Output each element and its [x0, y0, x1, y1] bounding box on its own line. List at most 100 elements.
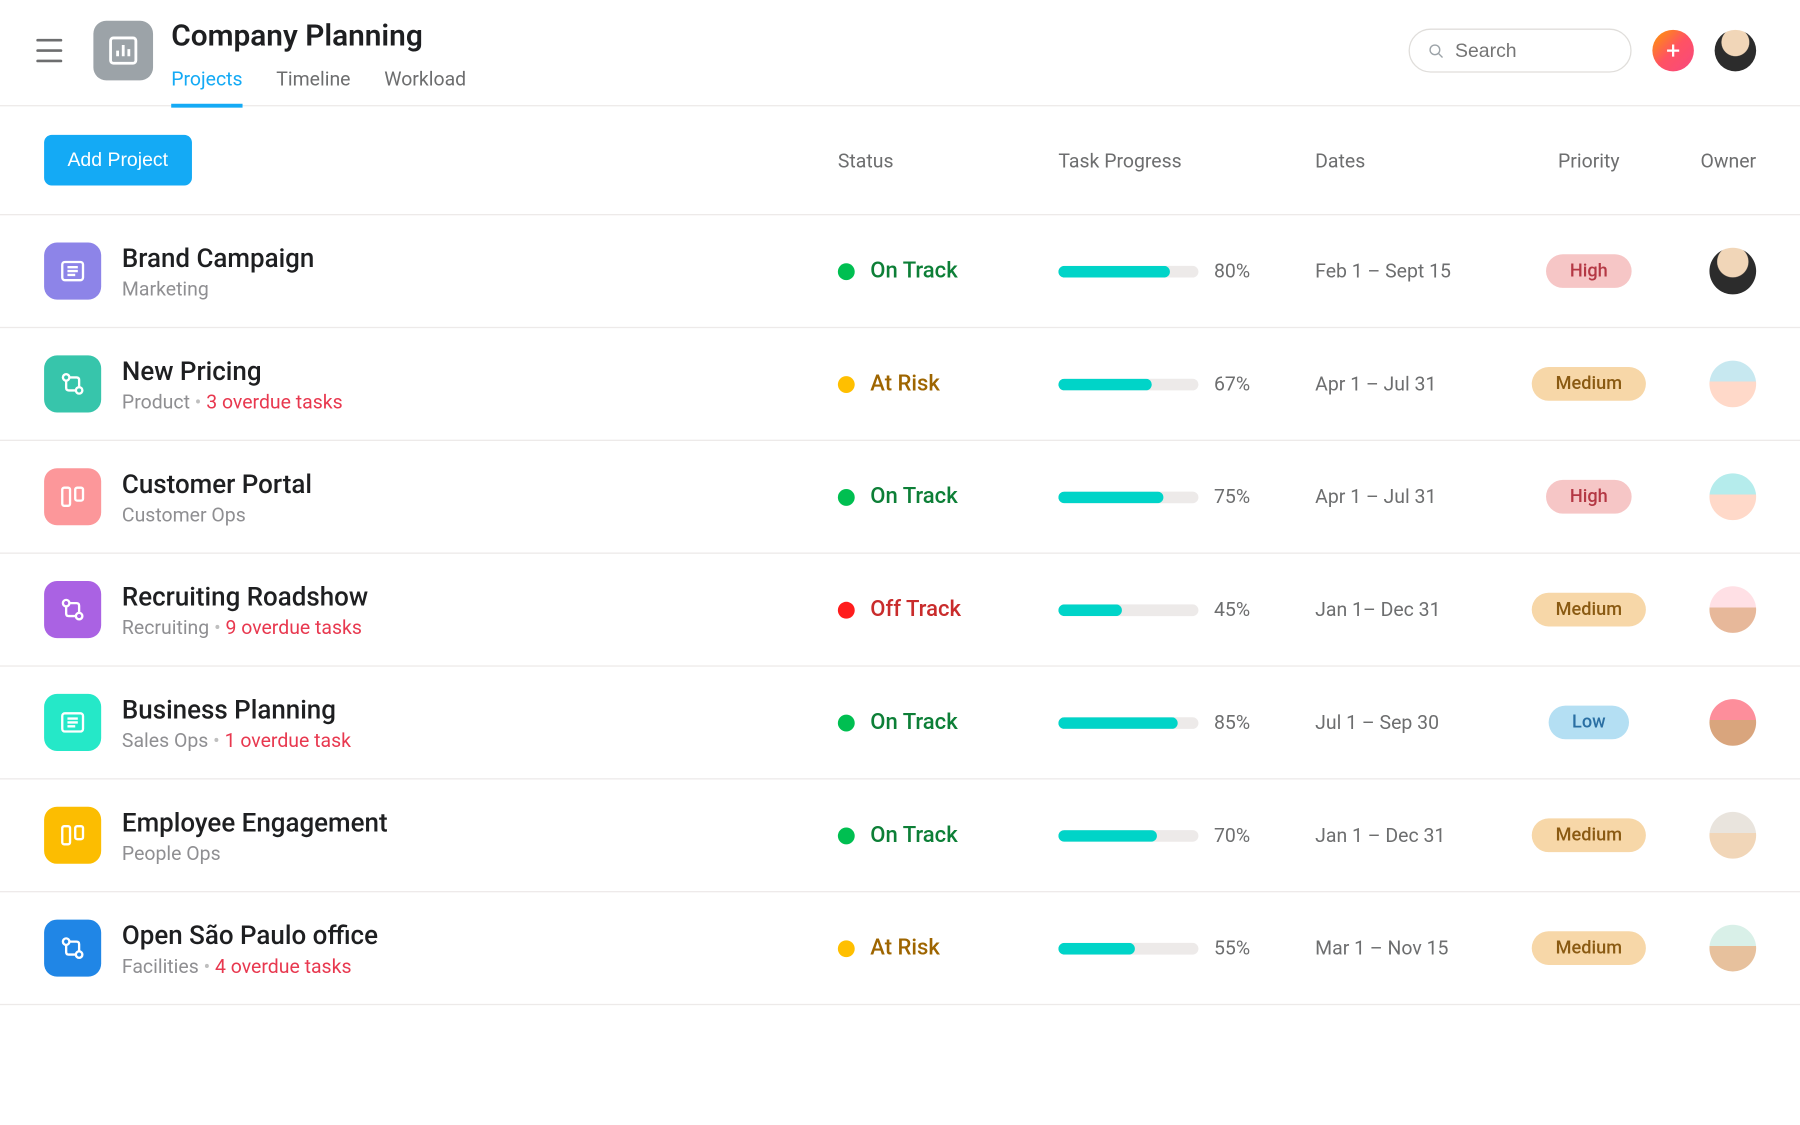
progress-bar	[1058, 604, 1198, 616]
project-row[interactable]: Open São Paulo office Facilities • 4 ove…	[0, 892, 1800, 1005]
status-cell[interactable]: On Track	[838, 822, 1058, 848]
owner-cell[interactable]	[1673, 473, 1756, 520]
status-label: On Track	[870, 258, 957, 284]
project-icon	[44, 243, 101, 300]
status-dot-icon	[838, 375, 855, 392]
project-subtitle: People Ops	[122, 842, 838, 865]
status-label: On Track	[870, 709, 957, 735]
project-icon	[44, 694, 101, 751]
status-cell[interactable]: At Risk	[838, 371, 1058, 397]
project-row[interactable]: Business Planning Sales Ops • 1 overdue …	[0, 667, 1800, 780]
priority-cell[interactable]: High	[1505, 480, 1674, 514]
user-avatar[interactable]	[1715, 30, 1757, 72]
dates-cell[interactable]: Jul 1 – Sep 30	[1315, 711, 1504, 734]
progress-cell: 55%	[1058, 936, 1315, 959]
status-cell[interactable]: On Track	[838, 258, 1058, 284]
priority-cell[interactable]: High	[1505, 254, 1674, 288]
project-icon	[44, 581, 101, 638]
priority-pill: Low	[1549, 706, 1629, 740]
project-icon	[44, 920, 101, 977]
owner-avatar	[1709, 925, 1756, 972]
project-team: Recruiting	[122, 616, 209, 639]
project-subtitle: Recruiting • 9 overdue tasks	[122, 616, 838, 639]
project-name[interactable]: Recruiting Roadshow	[122, 580, 838, 614]
portfolio-icon[interactable]	[93, 21, 153, 81]
subheader: Add Project Status Task Progress Dates P…	[0, 106, 1800, 214]
overdue-badge: 1 overdue task	[225, 729, 351, 752]
progress-cell: 45%	[1058, 598, 1315, 621]
project-name[interactable]: Open São Paulo office	[122, 918, 838, 952]
status-cell[interactable]: At Risk	[838, 935, 1058, 961]
priority-cell[interactable]: Medium	[1505, 931, 1674, 965]
status-label: At Risk	[870, 371, 940, 397]
header: Company Planning Projects Timeline Workl…	[0, 0, 1800, 106]
project-subtitle: Marketing	[122, 278, 838, 301]
project-row[interactable]: Customer Portal Customer Ops On Track 75…	[0, 441, 1800, 554]
project-row[interactable]: Brand Campaign Marketing On Track 80% Fe…	[0, 215, 1800, 328]
priority-cell[interactable]: Medium	[1505, 367, 1674, 401]
owner-cell[interactable]	[1673, 586, 1756, 633]
project-team: Sales Ops	[122, 729, 208, 752]
owner-cell[interactable]	[1673, 248, 1756, 295]
project-name[interactable]: Brand Campaign	[122, 241, 838, 275]
project-row[interactable]: Employee Engagement People Ops On Track …	[0, 779, 1800, 892]
tab-workload[interactable]: Workload	[384, 67, 466, 107]
column-header-progress[interactable]: Task Progress	[1058, 149, 1315, 172]
tab-projects[interactable]: Projects	[171, 67, 242, 107]
progress-cell: 67%	[1058, 372, 1315, 395]
tabs: Projects Timeline Workload	[171, 67, 1408, 107]
project-name[interactable]: New Pricing	[122, 354, 838, 388]
column-header-dates[interactable]: Dates	[1315, 149, 1504, 172]
progress-bar	[1058, 491, 1198, 503]
project-name[interactable]: Customer Portal	[122, 467, 838, 501]
dates-cell[interactable]: Mar 1 – Nov 15	[1315, 936, 1504, 959]
owner-avatar	[1709, 248, 1756, 295]
status-dot-icon	[838, 827, 855, 844]
priority-pill: Medium	[1532, 818, 1645, 852]
owner-cell[interactable]	[1673, 699, 1756, 746]
priority-pill: Medium	[1532, 931, 1645, 965]
status-label: On Track	[870, 484, 957, 510]
project-name[interactable]: Business Planning	[122, 693, 838, 727]
project-row[interactable]: New Pricing Product • 3 overdue tasks At…	[0, 328, 1800, 441]
status-cell[interactable]: Off Track	[838, 597, 1058, 623]
overdue-badge: 9 overdue tasks	[225, 616, 361, 639]
dates-cell[interactable]: Apr 1 – Jul 31	[1315, 485, 1504, 508]
owner-avatar	[1709, 473, 1756, 520]
priority-cell[interactable]: Medium	[1505, 818, 1674, 852]
progress-percent: 70%	[1214, 824, 1250, 847]
project-row[interactable]: Recruiting Roadshow Recruiting • 9 overd…	[0, 554, 1800, 667]
priority-cell[interactable]: Low	[1505, 706, 1674, 740]
global-add-button[interactable]	[1652, 30, 1694, 72]
search-field[interactable]	[1455, 40, 1612, 62]
owner-cell[interactable]	[1673, 925, 1756, 972]
owner-cell[interactable]	[1673, 812, 1756, 859]
column-header-owner[interactable]: Owner	[1673, 149, 1756, 172]
add-project-button[interactable]: Add Project	[44, 135, 191, 186]
status-cell[interactable]: On Track	[838, 484, 1058, 510]
project-name[interactable]: Employee Engagement	[122, 805, 838, 839]
priority-cell[interactable]: Medium	[1505, 593, 1674, 627]
page-title: Company Planning	[171, 18, 1408, 54]
owner-avatar	[1709, 812, 1756, 859]
project-subtitle: Customer Ops	[122, 503, 838, 526]
menu-icon[interactable]	[36, 39, 62, 62]
project-icon	[44, 355, 101, 412]
progress-cell: 70%	[1058, 824, 1315, 847]
priority-pill: Medium	[1532, 593, 1645, 627]
dates-cell[interactable]: Feb 1 – Sept 15	[1315, 259, 1504, 282]
progress-cell: 80%	[1058, 259, 1315, 282]
tab-timeline[interactable]: Timeline	[276, 67, 350, 107]
column-header-status[interactable]: Status	[838, 149, 1058, 172]
search-input[interactable]	[1409, 29, 1632, 73]
project-team: Product	[122, 390, 190, 413]
status-label: At Risk	[870, 935, 940, 961]
dates-cell[interactable]: Jan 1 – Dec 31	[1315, 824, 1504, 847]
column-header-priority[interactable]: Priority	[1505, 149, 1674, 172]
progress-bar	[1058, 942, 1198, 954]
status-cell[interactable]: On Track	[838, 709, 1058, 735]
progress-percent: 75%	[1214, 485, 1250, 508]
owner-cell[interactable]	[1673, 361, 1756, 408]
dates-cell[interactable]: Jan 1– Dec 31	[1315, 598, 1504, 621]
dates-cell[interactable]: Apr 1 – Jul 31	[1315, 372, 1504, 395]
